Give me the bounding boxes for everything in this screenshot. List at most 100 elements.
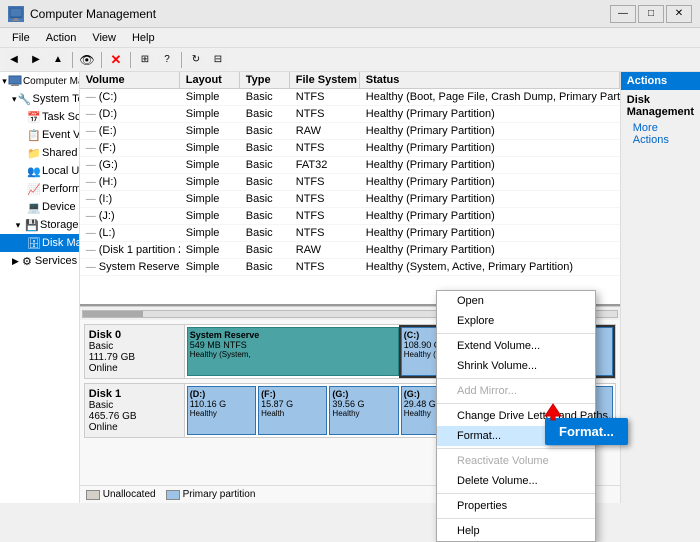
menu-file[interactable]: File [4, 30, 38, 46]
back-button[interactable]: ◀ [4, 50, 24, 70]
list-row[interactable]: — (H:) Simple Basic NTFS Healthy (Primar… [80, 174, 620, 191]
sidebar-item-task-scheduler[interactable]: 📅 Task Scheduler [0, 108, 79, 126]
col-volume[interactable]: Volume [80, 72, 180, 88]
ctx-help[interactable]: Help [437, 521, 595, 541]
help-button[interactable]: ? [157, 50, 177, 70]
list-row[interactable]: — (L:) Simple Basic NTFS Healthy (Primar… [80, 225, 620, 242]
disk-partition[interactable]: (D:)110.16 GHealthy [187, 386, 256, 435]
properties-button[interactable]: ⊞ [135, 50, 155, 70]
list-row[interactable]: — System Reserved (K:) Simple Basic NTFS… [80, 259, 620, 276]
sidebar-label-shared: Shared Folders [42, 147, 80, 159]
legend-primary-label: Primary partition [183, 489, 256, 500]
title-bar: Computer Management — □ ✕ [0, 0, 700, 28]
cell-fs: NTFS [290, 141, 360, 155]
ctx-sep-6 [437, 518, 595, 519]
toolbar-separator-1 [72, 52, 73, 68]
minimize-button[interactable]: — [610, 5, 636, 23]
menu-help[interactable]: Help [124, 30, 163, 46]
window-controls[interactable]: — □ ✕ [610, 5, 692, 23]
close-button[interactable]: ✕ [666, 5, 692, 23]
disk-icon: 🗄 [26, 235, 42, 251]
ctx-explore[interactable]: Explore [437, 311, 595, 331]
sidebar-item-computer-management[interactable]: ▾ Computer Management (Local [0, 72, 79, 90]
sidebar-label-event: Event Viewer [42, 129, 80, 141]
up-button[interactable]: ▲ [48, 50, 68, 70]
more-actions-link[interactable]: More Actions [621, 120, 700, 148]
ctx-properties[interactable]: Properties [437, 496, 595, 516]
disk-partition[interactable]: (G:)39.56 GHealthy [329, 386, 398, 435]
ctx-sep-5 [437, 493, 595, 494]
col-type[interactable]: Type [240, 72, 290, 88]
legend-primary: Primary partition [166, 489, 256, 500]
col-fs[interactable]: File System [290, 72, 360, 88]
disk-label: Disk 1Basic465.76 GBOnline [85, 384, 185, 437]
ctx-extend[interactable]: Extend Volume... [437, 336, 595, 356]
sidebar-item-local-users[interactable]: 👥 Local Users and Groups [0, 162, 79, 180]
window-title: Computer Management [30, 7, 156, 21]
maximize-button[interactable]: □ [638, 5, 664, 23]
list-row[interactable]: — (J:) Simple Basic NTFS Healthy (Primar… [80, 208, 620, 225]
cell-status: Healthy (Primary Partition) [360, 243, 620, 257]
export-button[interactable]: ⊟ [208, 50, 228, 70]
cell-type: Basic [240, 243, 290, 257]
list-row[interactable]: — (E:) Simple Basic RAW Healthy (Primary… [80, 123, 620, 140]
sidebar-item-storage[interactable]: ▾ 💾 Storage [0, 216, 79, 234]
users-icon: 👥 [26, 163, 42, 179]
ctx-delete[interactable]: Delete Volume... [437, 471, 595, 491]
sidebar-item-shared-folders[interactable]: 📁 Shared Folders [0, 144, 79, 162]
cell-layout: Simple [180, 141, 240, 155]
shared-icon: 📁 [26, 145, 42, 161]
cell-volume: — (H:) [80, 175, 180, 189]
menu-view[interactable]: View [84, 30, 124, 46]
sidebar-label-system-tools: System Tools [33, 93, 80, 105]
menu-bar: File Action View Help [0, 28, 700, 48]
cell-volume: — (L:) [80, 226, 180, 240]
unallocated-color [86, 490, 100, 500]
cell-layout: Simple [180, 243, 240, 257]
ctx-shrink[interactable]: Shrink Volume... [437, 356, 595, 376]
list-row[interactable]: — (I:) Simple Basic NTFS Healthy (Primar… [80, 191, 620, 208]
toolbar-separator-2 [101, 52, 102, 68]
ctx-open[interactable]: Open [437, 291, 595, 311]
storage-icon: 💾 [24, 217, 40, 233]
sidebar-item-disk-management[interactable]: 🗄 Disk Management [0, 234, 79, 252]
sidebar-label-computer: Computer Management (Local [23, 76, 79, 87]
cell-volume: — (E:) [80, 124, 180, 138]
sidebar-item-performance[interactable]: 📈 Performance [0, 180, 79, 198]
sidebar-item-system-tools[interactable]: ▾ 🔧 System Tools [0, 90, 79, 108]
cell-type: Basic [240, 158, 290, 172]
cell-type: Basic [240, 260, 290, 274]
list-row[interactable]: — (Disk 1 partition 2) Simple Basic RAW … [80, 242, 620, 259]
list-body: — (C:) Simple Basic NTFS Healthy (Boot, … [80, 89, 620, 299]
services-expand[interactable]: ▶ [12, 256, 19, 267]
list-row[interactable]: — (G:) Simple Basic FAT32 Healthy (Prima… [80, 157, 620, 174]
storage-expand[interactable]: ▾ [12, 220, 24, 231]
list-row[interactable]: — (C:) Simple Basic NTFS Healthy (Boot, … [80, 89, 620, 106]
list-row[interactable]: — (D:) Simple Basic NTFS Healthy (Primar… [80, 106, 620, 123]
menu-action[interactable]: Action [38, 30, 85, 46]
refresh-button[interactable]: ↻ [186, 50, 206, 70]
delete-button[interactable]: ✕ [106, 50, 126, 70]
sidebar-item-event-viewer[interactable]: 📋 Event Viewer [0, 126, 79, 144]
sidebar-item-device-manager[interactable]: 💻 Device Manager [0, 198, 79, 216]
disk-partition[interactable]: (F:)15.87 GHealth [258, 386, 327, 435]
actions-header: Actions [621, 72, 700, 90]
col-status[interactable]: Status [360, 72, 620, 88]
show-hide-button[interactable]: 👁 [77, 50, 97, 70]
cell-fs: RAW [290, 124, 360, 138]
title-bar-left: Computer Management [8, 6, 156, 22]
cell-volume: — System Reserved (K:) [80, 260, 180, 274]
legend-unallocated-label: Unallocated [103, 489, 156, 500]
cell-type: Basic [240, 192, 290, 206]
cell-volume: — (J:) [80, 209, 180, 223]
disk-partition[interactable]: System Reserve549 MB NTFSHealthy (System… [187, 327, 399, 376]
computer-icon [7, 73, 23, 89]
actions-section-title: Disk Management [621, 90, 700, 120]
col-layout[interactable]: Layout [180, 72, 240, 88]
forward-button[interactable]: ▶ [26, 50, 46, 70]
cell-status: Healthy (Primary Partition) [360, 107, 620, 121]
sidebar-item-services[interactable]: ▶ ⚙ Services and Applications [0, 252, 79, 270]
list-row[interactable]: — (F:) Simple Basic NTFS Healthy (Primar… [80, 140, 620, 157]
cell-status: Healthy (Primary Partition) [360, 141, 620, 155]
primary-color [166, 490, 180, 500]
